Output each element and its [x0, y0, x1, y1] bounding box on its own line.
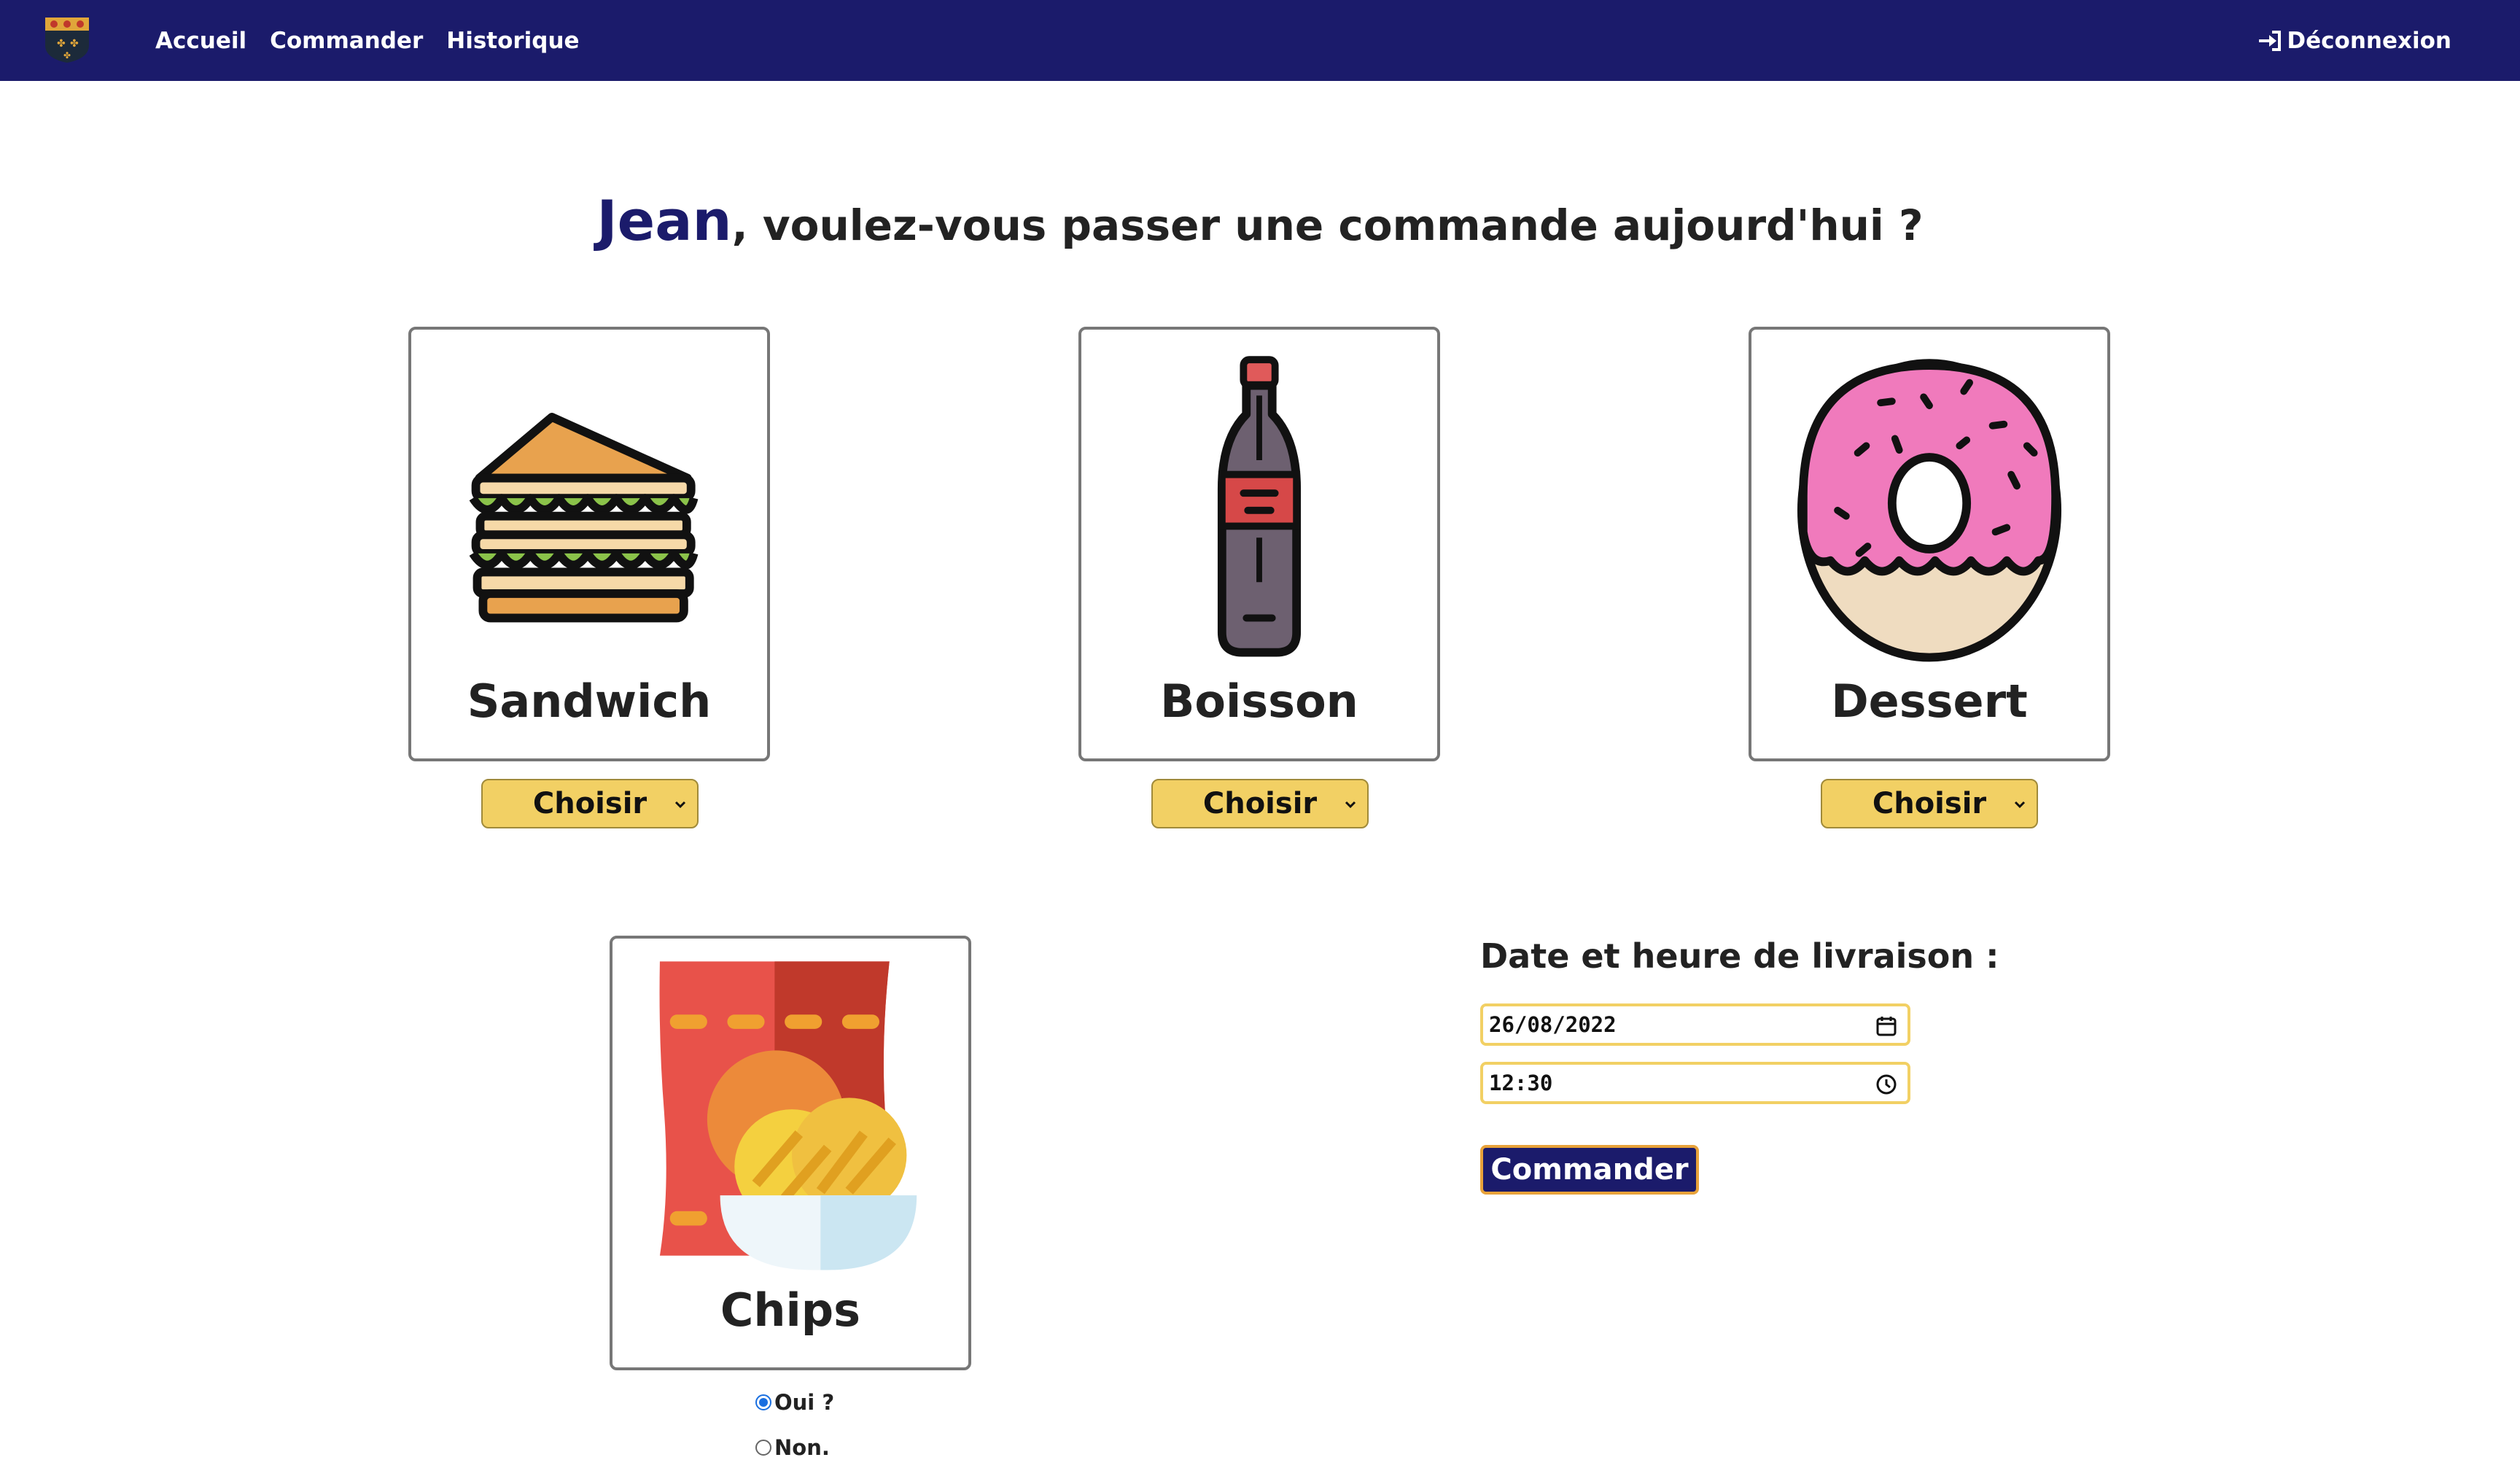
dessert-select-value: Choisir: [1872, 787, 1987, 820]
chips-option-non[interactable]: Non.: [755, 1435, 830, 1460]
chips-option-oui[interactable]: Oui ?: [755, 1390, 834, 1415]
boisson-card[interactable]: Boisson: [1078, 327, 1440, 761]
sandwich-icon: [469, 413, 699, 623]
svg-text:✤: ✤: [57, 38, 66, 50]
nav-link-accueil[interactable]: Accueil: [155, 28, 246, 54]
logout-button[interactable]: Déconnexion: [2258, 0, 2451, 81]
page-title: Jean, voulez-vous passer une commande au…: [0, 188, 2520, 253]
dessert-card[interactable]: Dessert: [1749, 327, 2110, 761]
user-name: Jean: [596, 188, 732, 253]
radio-non-label: Non.: [774, 1435, 830, 1460]
sandwich-select[interactable]: Choisir: [481, 779, 699, 828]
sandwich-select-value: Choisir: [532, 787, 648, 820]
card-label-boisson: Boisson: [1160, 675, 1358, 728]
card-label-sandwich: Sandwich: [467, 675, 712, 728]
chevron-down-icon: [1345, 801, 1356, 809]
delivery-time-input[interactable]: 12:30: [1480, 1062, 1910, 1104]
delivery-title: Date et heure de livraison :: [1480, 936, 1999, 976]
radio-non[interactable]: [755, 1440, 771, 1456]
radio-oui-label: Oui ?: [774, 1390, 835, 1415]
boisson-select[interactable]: Choisir: [1151, 779, 1369, 828]
radio-oui[interactable]: [755, 1394, 771, 1410]
chips-card[interactable]: Chips: [610, 936, 971, 1370]
top-navbar: ✤ ✤ ✤ Accueil Commander Historique Décon…: [0, 0, 2520, 81]
calendar-icon[interactable]: [1875, 1015, 1897, 1037]
chevron-down-icon: [2014, 801, 2026, 809]
svg-text:✤: ✤: [70, 38, 79, 50]
greeting-text: , voulez-vous passer une commande aujour…: [731, 201, 1924, 250]
commander-button[interactable]: Commander: [1480, 1145, 1699, 1195]
sandwich-card[interactable]: Sandwich: [408, 327, 770, 761]
nav-link-commander[interactable]: Commander: [270, 28, 423, 54]
logout-label: Déconnexion: [2287, 27, 2451, 54]
donut-icon: [1797, 359, 2062, 662]
card-label-dessert: Dessert: [1831, 675, 2028, 728]
card-label-chips: Chips: [720, 1284, 861, 1337]
boisson-select-value: Choisir: [1202, 787, 1318, 820]
chips-bag-icon: [659, 961, 917, 1270]
clock-icon[interactable]: [1875, 1073, 1897, 1095]
nav-link-historique[interactable]: Historique: [446, 28, 579, 54]
chevron-down-icon: [674, 801, 686, 809]
date-value: 26/08/2022: [1489, 1012, 1617, 1037]
dessert-select[interactable]: Choisir: [1821, 779, 2038, 828]
crest-logo-icon[interactable]: ✤ ✤ ✤: [42, 16, 92, 64]
sign-in-icon: [2259, 30, 2282, 51]
nav-links: Accueil Commander Historique: [155, 0, 603, 81]
bottle-icon: [1217, 356, 1302, 657]
svg-text:✤: ✤: [63, 50, 71, 61]
time-value: 12:30: [1489, 1071, 1553, 1095]
delivery-date-input[interactable]: 26/08/2022: [1480, 1003, 1910, 1046]
